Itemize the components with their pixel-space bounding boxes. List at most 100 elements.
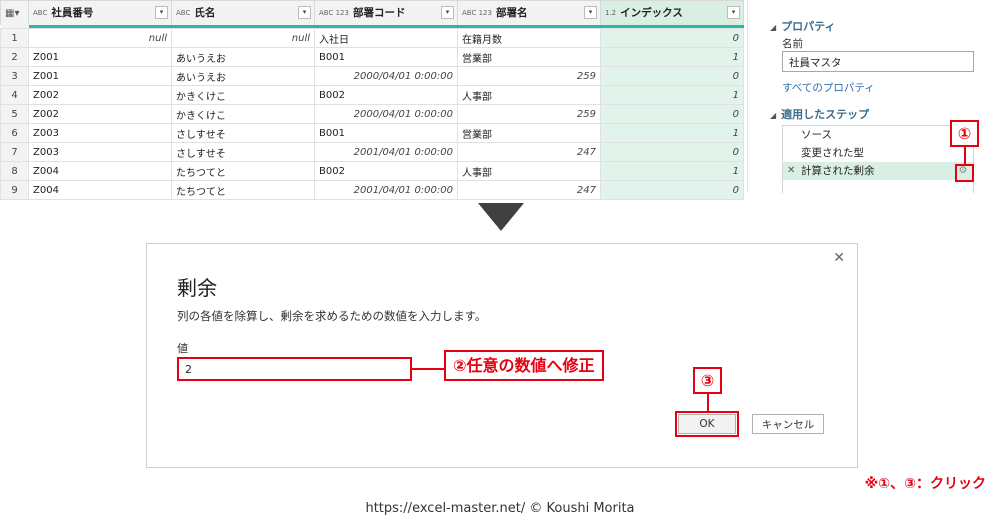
filter-dropdown-icon[interactable]: ▾ (155, 6, 168, 19)
type-icon: 1.2 (605, 8, 617, 17)
table-cell[interactable]: B001 (314, 123, 458, 143)
table-cell[interactable]: Z003 (28, 142, 172, 162)
data-grid: ▦▾ ABC 社員番号 ▾ ABC 氏名 ▾ ABC 123 部署コード ▾ ABC 123… (0, 0, 744, 200)
table-cell[interactable]: 259 (457, 104, 601, 124)
data-grid-area: ▦▾ ABC 社員番号 ▾ ABC 氏名 ▾ ABC 123 部署コード ▾ ABC 123… (0, 0, 748, 200)
row-number[interactable]: 7 (0, 142, 29, 162)
column-name: 部署コード (352, 7, 406, 20)
step-changed-type[interactable]: 変更された型 (783, 144, 973, 162)
value-input[interactable] (177, 357, 412, 381)
type-icon: ABC (176, 8, 191, 17)
table-cell[interactable]: 2000/04/01 0:00:00 (314, 66, 458, 86)
type-icon: ABC 123 (462, 8, 492, 17)
table-cell[interactable]: あいうえお (171, 66, 315, 86)
table-cell[interactable]: 0 (600, 66, 744, 86)
down-arrow-icon (478, 203, 524, 231)
table-cell[interactable]: 人事部 (457, 85, 601, 105)
gear-highlight-box (955, 164, 974, 182)
table-cell[interactable]: たちつてと (171, 180, 315, 200)
table-cell[interactable]: 0 (600, 180, 744, 200)
grid-corner-menu[interactable]: ▦▾ (0, 0, 29, 25)
all-properties-link[interactable]: すべてのプロパティ (782, 80, 875, 95)
table-cell[interactable]: 1 (600, 123, 744, 143)
query-settings-pane: ◢ プロパティ 名前 社員マスタ すべてのプロパティ ◢ 適用したステップ ソース … (760, 0, 1000, 193)
table-row: 7 Z003 さしすせそ 2001/04/01 0:00:00 247 0 (0, 142, 744, 162)
table-cell[interactable]: 営業部 (457, 47, 601, 67)
table-row: 8 Z004 たちつてと B002 人事部 1 (0, 161, 744, 181)
table-cell[interactable]: Z004 (28, 161, 172, 181)
table-cell[interactable]: 在籍月数 (457, 28, 601, 48)
table-row: 6 Z003 さしすせそ B001 営業部 1 (0, 123, 744, 143)
table-cell[interactable]: 入社日 (314, 28, 458, 48)
filter-dropdown-icon[interactable]: ▾ (298, 6, 311, 19)
table-cell[interactable]: 1 (600, 85, 744, 105)
column-header[interactable]: ABC 123 部署コード ▾ (314, 0, 458, 25)
table-cell[interactable]: たちつてと (171, 161, 315, 181)
table-cell[interactable]: B002 (314, 161, 458, 181)
step-source[interactable]: ソース (783, 126, 973, 144)
table-cell[interactable]: Z002 (28, 85, 172, 105)
row-number[interactable]: 6 (0, 123, 29, 143)
table-cell[interactable]: あいうえお (171, 47, 315, 67)
table-cell[interactable]: Z004 (28, 180, 172, 200)
table-cell[interactable]: Z001 (28, 66, 172, 86)
table-cell[interactable]: B002 (314, 85, 458, 105)
table-cell[interactable]: 247 (457, 180, 601, 200)
step-calculated-modulo[interactable]: ✕ 計算された剰余 ⚙ (783, 162, 973, 180)
table-cell[interactable]: null (28, 28, 172, 48)
table-cell[interactable]: null (171, 28, 315, 48)
column-header[interactable]: 1.2 インデックス ▾ (600, 0, 744, 25)
column-name: 社員番号 (51, 7, 94, 20)
applied-steps-list: ソース 変更された型 ✕ 計算された剰余 ⚙ (782, 125, 974, 193)
callout-1: ① (950, 120, 979, 147)
table-cell[interactable]: かきくけこ (171, 104, 315, 124)
properties-section-title[interactable]: ◢ プロパティ (770, 18, 836, 34)
column-header[interactable]: ABC 社員番号 ▾ (28, 0, 172, 25)
row-number[interactable]: 5 (0, 104, 29, 124)
grid-body: 1 null null 入社日 在籍月数 0 2 Z001 あいうえお B001 営業部 1 3 Z001… (0, 28, 744, 200)
row-number[interactable]: 9 (0, 180, 29, 200)
filter-dropdown-icon[interactable]: ▾ (584, 6, 597, 19)
row-number[interactable]: 2 (0, 47, 29, 67)
applied-steps-title[interactable]: ◢ 適用したステップ (770, 106, 869, 122)
table-cell[interactable]: かきくけこ (171, 85, 315, 105)
table-cell[interactable]: 2000/04/01 0:00:00 (314, 104, 458, 124)
row-number[interactable]: 4 (0, 85, 29, 105)
table-cell[interactable]: Z003 (28, 123, 172, 143)
table-cell[interactable]: さしすせそ (171, 142, 315, 162)
delete-step-icon[interactable]: ✕ (787, 162, 795, 180)
table-row: 3 Z001 あいうえお 2000/04/01 0:00:00 259 0 (0, 66, 744, 86)
row-number[interactable]: 3 (0, 66, 29, 86)
table-cell[interactable]: 1 (600, 47, 744, 67)
table-cell[interactable]: 0 (600, 28, 744, 48)
table-row: 5 Z002 かきくけこ 2000/04/01 0:00:00 259 0 (0, 104, 744, 124)
row-number[interactable]: 1 (0, 28, 29, 48)
column-header[interactable]: ABC 123 部署名 ▾ (457, 0, 601, 25)
table-cell[interactable]: 人事部 (457, 161, 601, 181)
ok-button[interactable]: OK (678, 414, 736, 434)
type-icon: ABC (33, 8, 48, 17)
close-icon[interactable]: ✕ (833, 250, 845, 266)
table-cell[interactable]: 0 (600, 142, 744, 162)
table-cell[interactable]: B001 (314, 47, 458, 67)
table-cell[interactable]: 2001/04/01 0:00:00 (314, 142, 458, 162)
row-number[interactable]: 8 (0, 161, 29, 181)
table-cell[interactable]: 営業部 (457, 123, 601, 143)
table-cell[interactable]: 247 (457, 142, 601, 162)
collapse-triangle-icon: ◢ (770, 111, 777, 120)
table-row: 1 null null 入社日 在籍月数 0 (0, 28, 744, 48)
query-name-input[interactable]: 社員マスタ (782, 51, 974, 72)
table-cell[interactable]: Z002 (28, 104, 172, 124)
click-note: ※①、③：クリック (864, 476, 986, 492)
cancel-button[interactable]: キャンセル (752, 414, 824, 434)
filter-dropdown-icon[interactable]: ▾ (441, 6, 454, 19)
table-cell[interactable]: さしすせそ (171, 123, 315, 143)
table-cell[interactable]: 259 (457, 66, 601, 86)
table-cell[interactable]: 2001/04/01 0:00:00 (314, 180, 458, 200)
filter-dropdown-icon[interactable]: ▾ (727, 6, 740, 19)
column-header[interactable]: ABC 氏名 ▾ (171, 0, 315, 25)
table-cell[interactable]: 0 (600, 104, 744, 124)
table-cell[interactable]: Z001 (28, 47, 172, 67)
table-cell[interactable]: 1 (600, 161, 744, 181)
name-label: 名前 (782, 38, 803, 50)
